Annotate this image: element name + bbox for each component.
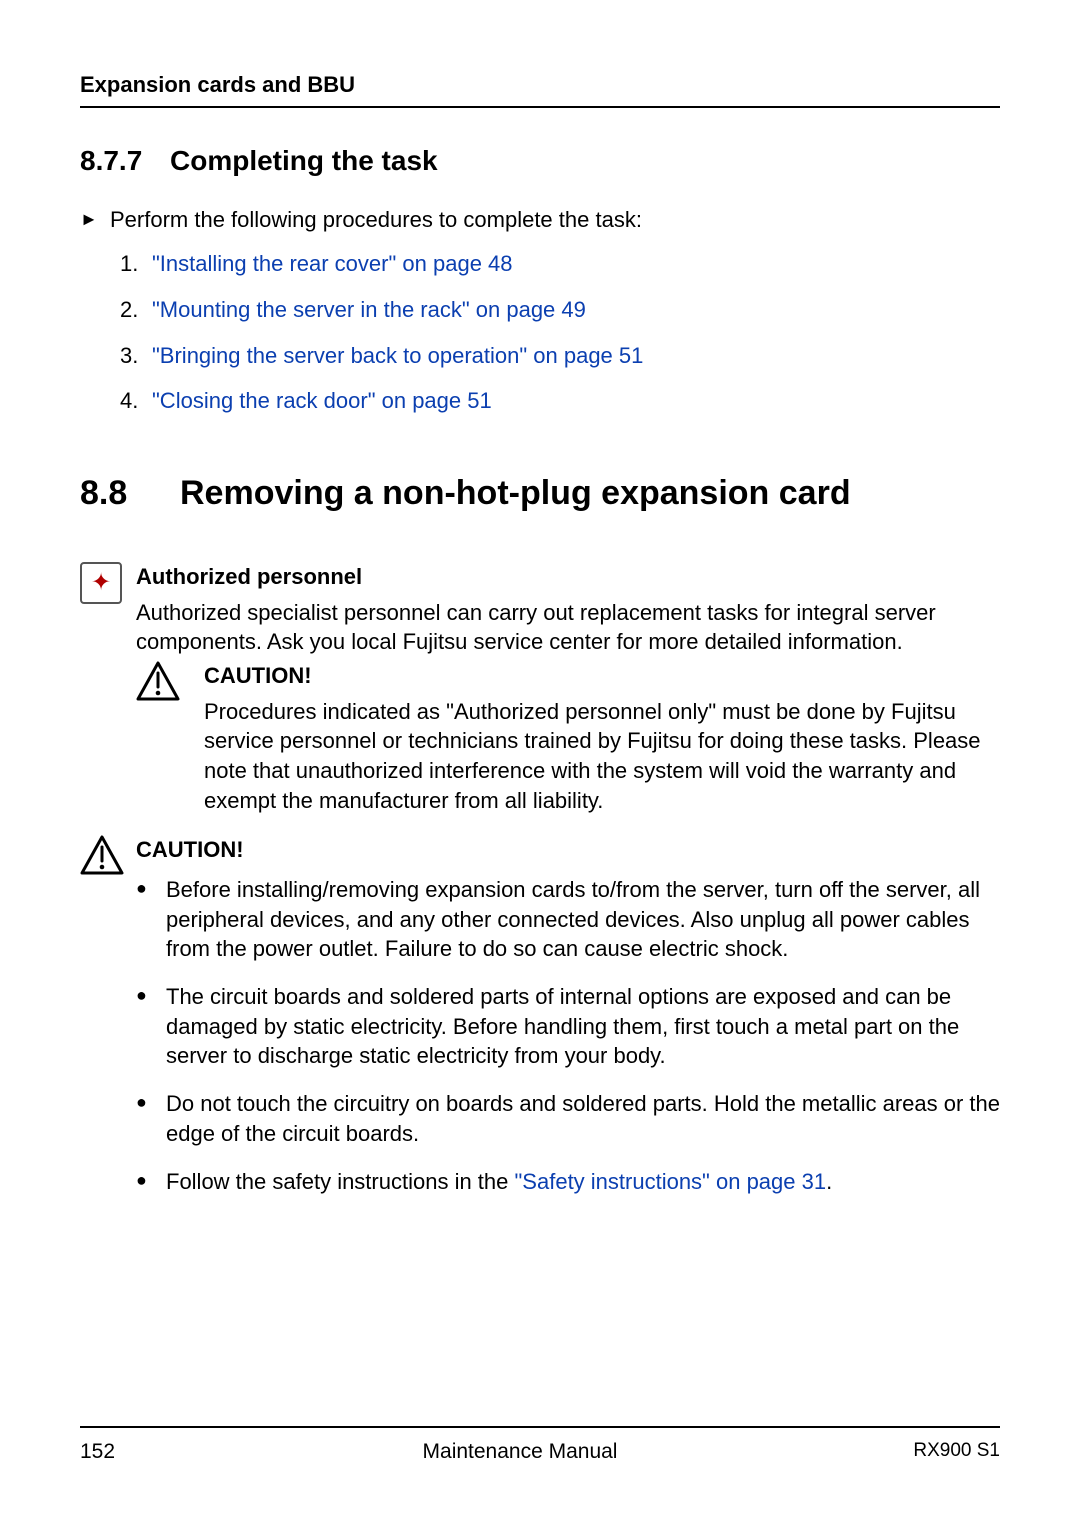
authorized-text: Authorized specialist personnel can carr…: [136, 598, 1000, 657]
running-header: Expansion cards and BBU: [80, 70, 1000, 100]
caution2-bullet: ● Do not touch the circuitry on boards a…: [136, 1089, 1000, 1148]
list-number: 3.: [120, 341, 152, 371]
bullet-icon: ●: [136, 1167, 166, 1197]
heading-88: 8.8 Removing a non-hot-plug expansion ca…: [80, 471, 1000, 517]
list-number: 1.: [120, 249, 152, 279]
bullet-icon: ●: [136, 982, 166, 1071]
authorized-personnel-icon: ✦: [80, 562, 122, 604]
heading-88-number: 8.8: [80, 471, 180, 517]
caution-block-1: CAUTION! Procedures indicated as "Author…: [136, 661, 1000, 815]
procedure-link-3: 3. "Bringing the server back to operatio…: [120, 341, 1000, 371]
caution2-bullet: ● The circuit boards and soldered parts …: [136, 982, 1000, 1071]
xref-link[interactable]: "Mounting the server in the rack" on pag…: [152, 295, 586, 325]
page-footer: 152 Maintenance Manual RX900 S1: [80, 1426, 1000, 1466]
footer-model: RX900 S1: [840, 1438, 1000, 1466]
caution1-text: Procedures indicated as "Authorized pers…: [204, 697, 1000, 816]
xref-link[interactable]: "Safety instructions" on page 31: [515, 1169, 827, 1194]
caution-block-2: CAUTION! ● Before installing/removing ex…: [80, 835, 1000, 1214]
bullet-icon: ●: [136, 875, 166, 964]
caution2-bullet-list: ● Before installing/removing expansion c…: [136, 875, 1000, 1196]
caution1-title: CAUTION!: [204, 661, 1000, 691]
procedure-link-2: 2. "Mounting the server in the rack" on …: [120, 295, 1000, 325]
procedure-intro-text: Perform the following procedures to comp…: [110, 205, 642, 235]
arrow-icon: ►: [80, 205, 110, 235]
page-number: 152: [80, 1438, 200, 1466]
footer-doc-title: Maintenance Manual: [200, 1438, 840, 1466]
caution2-b1-text: Before installing/removing expansion car…: [166, 875, 1000, 964]
heading-877-title: Completing the task: [170, 142, 438, 180]
caution2-b4-prefix: Follow the safety instructions in the: [166, 1169, 515, 1194]
caution2-bullet: ● Follow the safety instructions in the …: [136, 1167, 1000, 1197]
caution2-b3-text: Do not touch the circuitry on boards and…: [166, 1089, 1000, 1148]
bullet-icon: ●: [136, 1089, 166, 1148]
header-rule: [80, 106, 1000, 108]
heading-877-number: 8.7.7: [80, 142, 170, 180]
list-number: 4.: [120, 386, 152, 416]
footer-row: 152 Maintenance Manual RX900 S1: [80, 1438, 1000, 1466]
authorized-icon-col: ✦: [80, 562, 136, 816]
caution-icon: [136, 661, 204, 701]
authorized-personnel-block: ✦ Authorized personnel Authorized specia…: [80, 562, 1000, 816]
caution2-b4-wrap: Follow the safety instructions in the "S…: [166, 1167, 832, 1197]
procedure-link-list: 1. "Installing the rear cover" on page 4…: [120, 249, 1000, 416]
heading-88-title: Removing a non-hot-plug expansion card: [180, 471, 851, 517]
xref-link[interactable]: "Closing the rack door" on page 51: [152, 386, 492, 416]
xref-link[interactable]: "Bringing the server back to operation" …: [152, 341, 643, 371]
caution2-b4-suffix: .: [826, 1169, 832, 1194]
procedure-link-4: 4. "Closing the rack door" on page 51: [120, 386, 1000, 416]
list-number: 2.: [120, 295, 152, 325]
authorized-title: Authorized personnel: [136, 562, 1000, 592]
caution-icon: [80, 835, 136, 875]
procedure-intro: ► Perform the following procedures to co…: [80, 205, 1000, 235]
caution2-title: CAUTION!: [136, 835, 1000, 865]
document-page: Expansion cards and BBU 8.7.7 Completing…: [0, 0, 1080, 1526]
caution-icon-col: [136, 661, 204, 815]
caution2-b2-text: The circuit boards and soldered parts of…: [166, 982, 1000, 1071]
xref-link[interactable]: "Installing the rear cover" on page 48: [152, 249, 513, 279]
caution-icon-col: [80, 835, 136, 1214]
heading-877: 8.7.7 Completing the task: [80, 142, 1000, 180]
footer-rule: [80, 1426, 1000, 1428]
caution1-body: CAUTION! Procedures indicated as "Author…: [204, 661, 1000, 815]
caution2-body: CAUTION! ● Before installing/removing ex…: [136, 835, 1000, 1214]
procedure-link-1: 1. "Installing the rear cover" on page 4…: [120, 249, 1000, 279]
caution2-bullet: ● Before installing/removing expansion c…: [136, 875, 1000, 964]
authorized-body: Authorized personnel Authorized speciali…: [136, 562, 1000, 816]
